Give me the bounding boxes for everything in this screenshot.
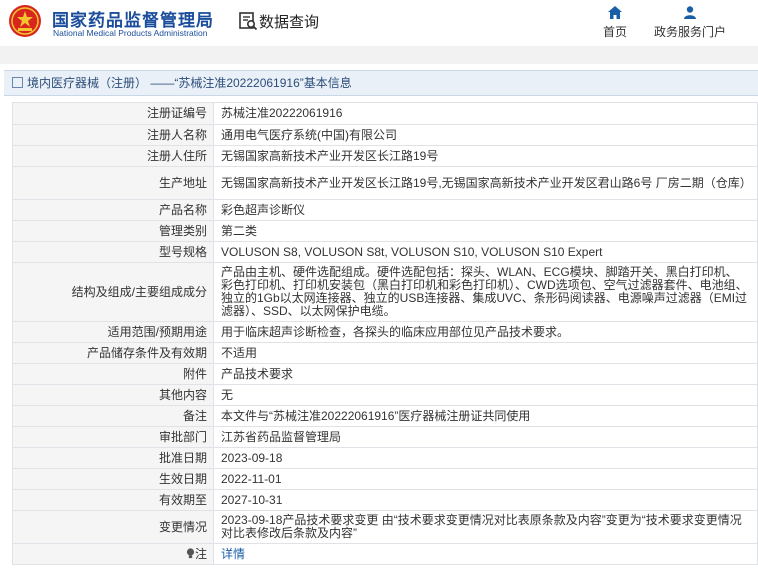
nav-home[interactable]: 首页 — [598, 6, 632, 40]
breadcrumb-text: 境内医疗器械（注册） ——“苏械注准20222061916”基本信息 — [27, 76, 352, 90]
row-label: 注册人名称 — [12, 124, 214, 146]
row-label: 适用范围/预期用途 — [12, 321, 214, 343]
home-icon — [608, 6, 622, 19]
note-label: 注 — [194, 546, 207, 561]
row-value: 产品由主机、硬件选配组成。硬件选配包括：探头、WLAN、ECG模块、脚踏开关、黑… — [213, 262, 758, 322]
row-label: 审批部门 — [12, 426, 214, 448]
table-row: 注 详情 — [12, 543, 758, 565]
row-label: 备注 — [12, 405, 214, 427]
row-label: 生效日期 — [12, 468, 214, 490]
table-row: 附件 产品技术要求 — [12, 363, 758, 385]
row-value: 产品技术要求 — [213, 363, 758, 385]
table-row: 注册人住所 无锡国家高新技术产业开发区长江路19号 — [12, 145, 758, 167]
data-query-title: 数据查询 — [259, 14, 320, 31]
bulb-icon — [186, 547, 195, 558]
table-row: 审批部门 江苏省药品监督管理局 — [12, 426, 758, 448]
table-row: 管理类别 第二类 — [12, 220, 758, 242]
row-label: 结构及组成/主要组成成分 — [12, 262, 214, 322]
note-value-cell: 详情 — [213, 543, 758, 565]
row-value: 无 — [213, 384, 758, 406]
row-label: 生产地址 — [12, 166, 214, 200]
row-value: 2027-10-31 — [213, 489, 758, 511]
row-value: 苏械注准20222061916 — [213, 102, 758, 125]
nav-service-portal[interactable]: 政务服务门户 — [650, 6, 730, 40]
org-name-en: National Medical Products Administration — [53, 28, 208, 38]
nav-home-label: 首页 — [602, 25, 627, 39]
row-value: 本文件与“苏械注准20222061916”医疗器械注册证共同使用 — [213, 405, 758, 427]
table-row: 有效期至 2027-10-31 — [12, 489, 758, 511]
row-value: 2022-11-01 — [213, 468, 758, 490]
row-label: 产品储存条件及有效期 — [12, 342, 214, 364]
row-label: 型号规格 — [12, 241, 214, 263]
table-row: 产品储存条件及有效期 不适用 — [12, 342, 758, 364]
row-label: 附件 — [12, 363, 214, 385]
data-query-icon — [239, 12, 258, 31]
table-row: 其他内容无 — [12, 384, 758, 406]
row-label: 其他内容 — [12, 384, 214, 406]
row-value: 2023-09-18产品技术要求变更 由“技术要求变更情况对比表原条款及内容”变… — [213, 510, 758, 544]
site-header: 国家药品监督管理局 National Medical Products Admi… — [0, 0, 758, 46]
row-value: 通用电气医疗系统(中国)有限公司 — [213, 124, 758, 146]
table-row: 型号规格 VOLUSON S8, VOLUSON S8t, VOLUSON S10… — [12, 241, 758, 263]
table-row: 注册人名称 通用电气医疗系统(中国)有限公司 — [12, 124, 758, 146]
table-row: 注册证编号 苏械注准20222061916 — [12, 102, 758, 125]
note-label-cell: 注 — [12, 543, 214, 565]
row-label: 管理类别 — [12, 220, 214, 242]
row-value: 彩色超声诊断仪 — [213, 199, 758, 221]
table-row: 产品名称 彩色超声诊断仪 — [12, 199, 758, 221]
header-separator — [0, 46, 758, 64]
row-label: 批准日期 — [12, 447, 214, 469]
table-row: 备注 本文件与“苏械注准20222061916”医疗器械注册证共同使用 — [12, 405, 758, 427]
row-label: 注册证编号 — [12, 102, 214, 125]
row-label: 变更情况 — [12, 510, 214, 544]
table-row: 结构及组成/主要组成成分 产品由主机、硬件选配组成。硬件选配包括：探头、WLAN、… — [12, 262, 758, 322]
row-label: 注册人住所 — [12, 145, 214, 167]
table-row: 生效日期 2022-11-01 — [12, 468, 758, 490]
user-icon — [684, 6, 696, 19]
document-icon — [12, 77, 23, 88]
table-row: 生产地址 无锡国家高新技术产业开发区长江路19号,无锡国家高新技术产业开发区君山路… — [12, 166, 758, 200]
row-value: 第二类 — [213, 220, 758, 242]
registration-detail-table: 注册证编号 苏械注准20222061916 注册人名称 通用电气医疗系统(中国)有限… — [12, 102, 758, 565]
table-row: 批准日期 2023-09-18 — [12, 447, 758, 469]
row-value: 江苏省药品监督管理局 — [213, 426, 758, 448]
row-value: 无锡国家高新技术产业开发区长江路19号 — [213, 145, 758, 167]
row-label: 产品名称 — [12, 199, 214, 221]
table-row: 适用范围/预期用途 用于临床超声诊断检查，各探头的临床应用部位见产品技术要求。 — [12, 321, 758, 343]
row-value: VOLUSON S8, VOLUSON S8t, VOLUSON S10, VO… — [213, 241, 758, 263]
row-value: 不适用 — [213, 342, 758, 364]
breadcrumb: 境内医疗器械（注册） ——“苏械注准20222061916”基本信息 — [4, 70, 758, 96]
table-row: 变更情况 2023-09-18产品技术要求变更 由“技术要求变更情况对比表原条款及… — [12, 510, 758, 544]
nav-service-label: 政务服务门户 — [653, 25, 726, 39]
row-value: 用于临床超声诊断检查，各探头的临床应用部位见产品技术要求。 — [213, 321, 758, 343]
row-label: 有效期至 — [12, 489, 214, 511]
details-link[interactable]: 详情 — [221, 547, 245, 561]
row-value: 无锡国家高新技术产业开发区长江路19号,无锡国家高新技术产业开发区君山路6号 厂… — [213, 166, 758, 200]
row-value: 2023-09-18 — [213, 447, 758, 469]
national-emblem-icon — [9, 5, 41, 37]
